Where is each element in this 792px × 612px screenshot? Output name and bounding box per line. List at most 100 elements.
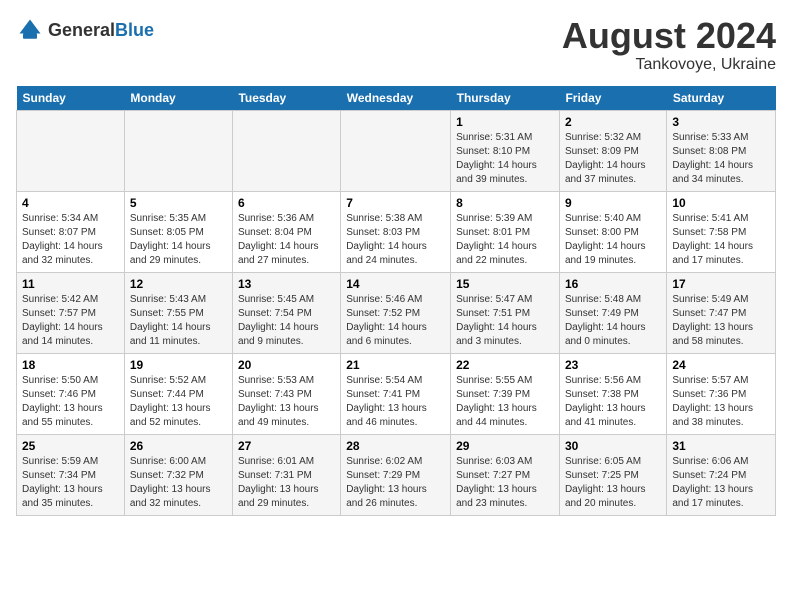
calendar-cell: 18 Sunrise: 5:50 AM Sunset: 7:46 PM Dayli… <box>17 353 125 434</box>
day-number: 29 <box>456 439 554 453</box>
day-info: Sunrise: 5:49 AM Sunset: 7:47 PM Dayligh… <box>672 293 770 349</box>
header-wednesday: Wednesday <box>341 86 451 111</box>
calendar-cell: 11 Sunrise: 5:42 AM Sunset: 7:57 PM Dayli… <box>17 272 125 353</box>
day-number: 6 <box>238 196 335 210</box>
calendar-cell: 10 Sunrise: 5:41 AM Sunset: 7:58 PM Dayli… <box>667 191 776 272</box>
calendar-cell: 8Sunrise: 5:39 AM Sunset: 8:01 PM Daylig… <box>451 191 560 272</box>
week-row-1: 1Sunrise: 5:31 AM Sunset: 8:10 PM Daylig… <box>17 110 776 191</box>
day-number: 28 <box>346 439 445 453</box>
day-info: Sunrise: 5:46 AM Sunset: 7:52 PM Dayligh… <box>346 293 445 349</box>
location-subtitle: Tankovoye, Ukraine <box>562 56 776 74</box>
header-tuesday: Tuesday <box>232 86 340 111</box>
calendar-cell: 22Sunrise: 5:55 AM Sunset: 7:39 PM Dayli… <box>451 353 560 434</box>
calendar-cell <box>341 110 451 191</box>
calendar-cell: 7Sunrise: 5:38 AM Sunset: 8:03 PM Daylig… <box>341 191 451 272</box>
day-info: Sunrise: 5:40 AM Sunset: 8:00 PM Dayligh… <box>565 212 661 268</box>
calendar-cell: 3 Sunrise: 5:33 AM Sunset: 8:08 PM Daylig… <box>667 110 776 191</box>
day-info: Sunrise: 5:57 AM Sunset: 7:36 PM Dayligh… <box>672 374 770 430</box>
day-number: 18 <box>22 358 119 372</box>
day-info: Sunrise: 5:43 AM Sunset: 7:55 PM Dayligh… <box>130 293 227 349</box>
calendar-cell: 9Sunrise: 5:40 AM Sunset: 8:00 PM Daylig… <box>559 191 666 272</box>
day-number: 17 <box>672 277 770 291</box>
calendar-cell: 26 Sunrise: 6:00 AM Sunset: 7:32 PM Dayli… <box>124 434 232 515</box>
day-info: Sunrise: 6:03 AM Sunset: 7:27 PM Dayligh… <box>456 455 554 511</box>
day-info: Sunrise: 6:02 AM Sunset: 7:29 PM Dayligh… <box>346 455 445 511</box>
calendar-cell: 27 Sunrise: 6:01 AM Sunset: 7:31 PM Dayli… <box>232 434 340 515</box>
day-info: Sunrise: 5:41 AM Sunset: 7:58 PM Dayligh… <box>672 212 770 268</box>
calendar-cell: 19 Sunrise: 5:52 AM Sunset: 7:44 PM Dayli… <box>124 353 232 434</box>
calendar-cell: 21Sunrise: 5:54 AM Sunset: 7:41 PM Dayli… <box>341 353 451 434</box>
day-info: Sunrise: 5:45 AM Sunset: 7:54 PM Dayligh… <box>238 293 335 349</box>
day-number: 31 <box>672 439 770 453</box>
calendar-cell: 25 Sunrise: 5:59 AM Sunset: 7:34 PM Dayli… <box>17 434 125 515</box>
day-info: Sunrise: 6:00 AM Sunset: 7:32 PM Dayligh… <box>130 455 227 511</box>
day-number: 19 <box>130 358 227 372</box>
calendar-cell: 12Sunrise: 5:43 AM Sunset: 7:55 PM Dayli… <box>124 272 232 353</box>
calendar-cell: 14 Sunrise: 5:46 AM Sunset: 7:52 PM Dayli… <box>341 272 451 353</box>
day-info: Sunrise: 5:52 AM Sunset: 7:44 PM Dayligh… <box>130 374 227 430</box>
day-number: 10 <box>672 196 770 210</box>
day-info: Sunrise: 5:36 AM Sunset: 8:04 PM Dayligh… <box>238 212 335 268</box>
calendar-cell: 13 Sunrise: 5:45 AM Sunset: 7:54 PM Dayli… <box>232 272 340 353</box>
day-info: Sunrise: 5:42 AM Sunset: 7:57 PM Dayligh… <box>22 293 119 349</box>
day-number: 2 <box>565 115 661 129</box>
day-number: 23 <box>565 358 661 372</box>
calendar-cell: 23Sunrise: 5:56 AM Sunset: 7:38 PM Dayli… <box>559 353 666 434</box>
calendar-cell: 30 Sunrise: 6:05 AM Sunset: 7:25 PM Dayli… <box>559 434 666 515</box>
calendar-cell <box>232 110 340 191</box>
page-header: GeneralBlue August 2024 Tankovoye, Ukrai… <box>16 16 776 74</box>
day-number: 15 <box>456 277 554 291</box>
month-year-title: August 2024 <box>562 16 776 56</box>
calendar-cell: 16 Sunrise: 5:48 AM Sunset: 7:49 PM Dayli… <box>559 272 666 353</box>
calendar-table: SundayMondayTuesdayWednesdayThursdayFrid… <box>16 86 776 516</box>
day-number: 25 <box>22 439 119 453</box>
day-info: Sunrise: 5:34 AM Sunset: 8:07 PM Dayligh… <box>22 212 119 268</box>
calendar-cell: 2Sunrise: 5:32 AM Sunset: 8:09 PM Daylig… <box>559 110 666 191</box>
calendar-cell: 17 Sunrise: 5:49 AM Sunset: 7:47 PM Dayli… <box>667 272 776 353</box>
calendar-cell <box>17 110 125 191</box>
day-info: Sunrise: 5:59 AM Sunset: 7:34 PM Dayligh… <box>22 455 119 511</box>
day-number: 27 <box>238 439 335 453</box>
day-number: 3 <box>672 115 770 129</box>
logo-text-blue: Blue <box>115 20 154 40</box>
day-number: 7 <box>346 196 445 210</box>
week-row-4: 18 Sunrise: 5:50 AM Sunset: 7:46 PM Dayli… <box>17 353 776 434</box>
calendar-cell <box>124 110 232 191</box>
day-info: Sunrise: 6:01 AM Sunset: 7:31 PM Dayligh… <box>238 455 335 511</box>
week-row-2: 4Sunrise: 5:34 AM Sunset: 8:07 PM Daylig… <box>17 191 776 272</box>
calendar-cell: 31 Sunrise: 6:06 AM Sunset: 7:24 PM Dayli… <box>667 434 776 515</box>
day-number: 22 <box>456 358 554 372</box>
calendar-cell: 5Sunrise: 5:35 AM Sunset: 8:05 PM Daylig… <box>124 191 232 272</box>
calendar-cell: 1Sunrise: 5:31 AM Sunset: 8:10 PM Daylig… <box>451 110 560 191</box>
day-info: Sunrise: 5:33 AM Sunset: 8:08 PM Dayligh… <box>672 131 770 187</box>
day-info: Sunrise: 5:48 AM Sunset: 7:49 PM Dayligh… <box>565 293 661 349</box>
calendar-cell: 6 Sunrise: 5:36 AM Sunset: 8:04 PM Daylig… <box>232 191 340 272</box>
day-info: Sunrise: 5:31 AM Sunset: 8:10 PM Dayligh… <box>456 131 554 187</box>
header-sunday: Sunday <box>17 86 125 111</box>
header-saturday: Saturday <box>667 86 776 111</box>
day-number: 30 <box>565 439 661 453</box>
header-monday: Monday <box>124 86 232 111</box>
calendar-cell: 29 Sunrise: 6:03 AM Sunset: 7:27 PM Dayli… <box>451 434 560 515</box>
calendar-cell: 28 Sunrise: 6:02 AM Sunset: 7:29 PM Dayli… <box>341 434 451 515</box>
day-info: Sunrise: 6:06 AM Sunset: 7:24 PM Dayligh… <box>672 455 770 511</box>
day-info: Sunrise: 6:05 AM Sunset: 7:25 PM Dayligh… <box>565 455 661 511</box>
calendar-cell: 24Sunrise: 5:57 AM Sunset: 7:36 PM Dayli… <box>667 353 776 434</box>
calendar-cell: 15 Sunrise: 5:47 AM Sunset: 7:51 PM Dayli… <box>451 272 560 353</box>
day-number: 11 <box>22 277 119 291</box>
day-number: 21 <box>346 358 445 372</box>
day-number: 13 <box>238 277 335 291</box>
day-info: Sunrise: 5:50 AM Sunset: 7:46 PM Dayligh… <box>22 374 119 430</box>
day-number: 14 <box>346 277 445 291</box>
calendar-cell: 4Sunrise: 5:34 AM Sunset: 8:07 PM Daylig… <box>17 191 125 272</box>
calendar-cell: 20 Sunrise: 5:53 AM Sunset: 7:43 PM Dayli… <box>232 353 340 434</box>
day-info: Sunrise: 5:47 AM Sunset: 7:51 PM Dayligh… <box>456 293 554 349</box>
title-block: August 2024 Tankovoye, Ukraine <box>562 16 776 74</box>
day-number: 20 <box>238 358 335 372</box>
day-number: 16 <box>565 277 661 291</box>
day-number: 26 <box>130 439 227 453</box>
header-friday: Friday <box>559 86 666 111</box>
day-info: Sunrise: 5:53 AM Sunset: 7:43 PM Dayligh… <box>238 374 335 430</box>
day-info: Sunrise: 5:39 AM Sunset: 8:01 PM Dayligh… <box>456 212 554 268</box>
day-info: Sunrise: 5:35 AM Sunset: 8:05 PM Dayligh… <box>130 212 227 268</box>
